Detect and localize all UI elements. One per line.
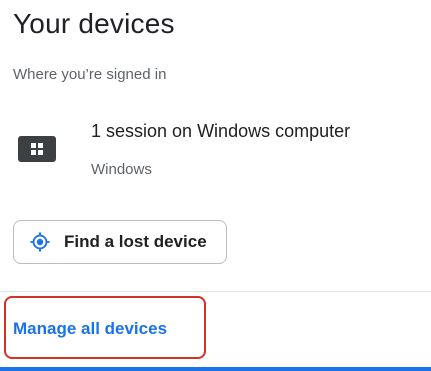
manage-all-devices-link[interactable]: Manage all devices	[13, 319, 167, 339]
device-os-label: Windows	[91, 161, 152, 178]
card-divider	[0, 291, 431, 292]
device-session-title: 1 session on Windows computer	[91, 121, 351, 141]
devices-card: Your devices Where you’re signed in 1 se…	[0, 0, 431, 371]
device-session-row[interactable]: 1 session on Windows computer Windows	[13, 118, 431, 188]
accent-strip	[0, 367, 431, 371]
find-lost-device-label: Find a lost device	[64, 232, 207, 251]
find-lost-device-button[interactable]: Find a lost device	[13, 220, 227, 264]
windows-computer-icon	[18, 136, 56, 162]
card-subtitle: Where you’re signed in	[13, 66, 167, 83]
location-target-icon	[28, 230, 52, 254]
card-title: Your devices	[13, 8, 175, 39]
